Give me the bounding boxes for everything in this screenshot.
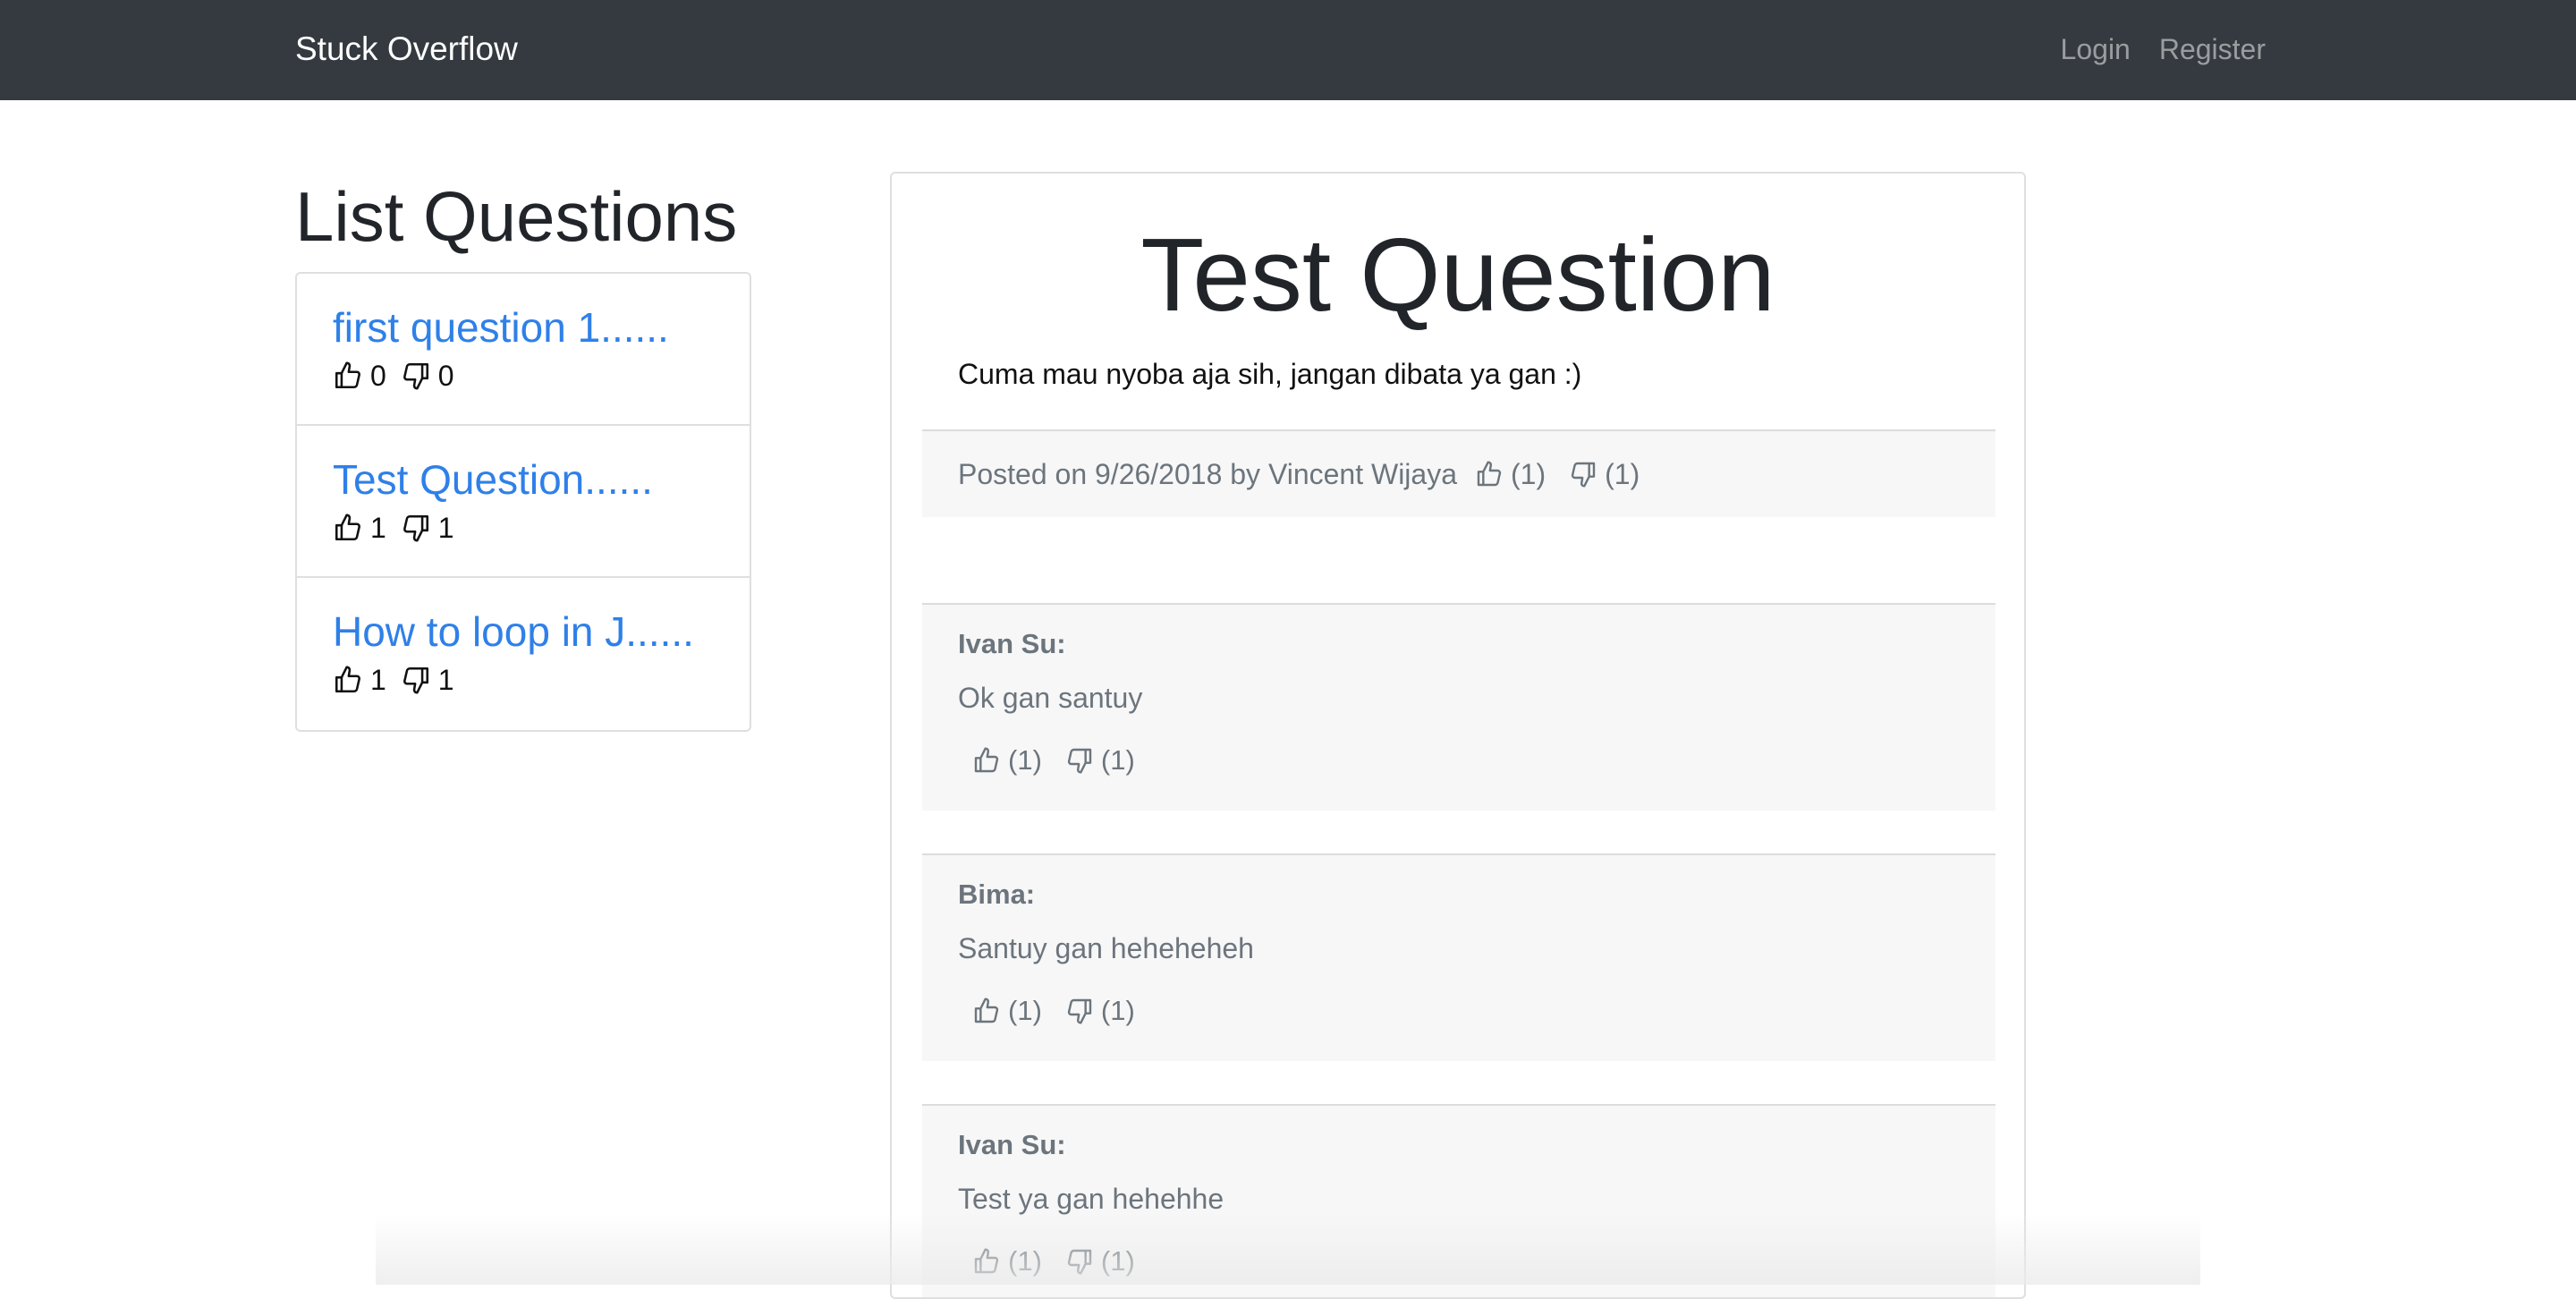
answer-votes: (1) (1) (958, 1245, 1960, 1278)
dislike-count: (1) (1100, 995, 1135, 1026)
like-count: (1) (1008, 744, 1042, 776)
answer-text: Santuy gan heheheheh (958, 932, 1254, 964)
answer-author: Bima: (958, 879, 1036, 910)
thumbs-up-icon (974, 998, 999, 1023)
answer-votes: (1) (1) (958, 744, 1960, 777)
list-item: first question 1...... 0 0 (297, 274, 750, 426)
thumbs-up-icon (335, 361, 360, 389)
dislike-count: 1 (437, 664, 454, 696)
thumbs-up-icon (335, 666, 360, 693)
thumbs-down-icon (1067, 748, 1092, 774)
posted-info: Posted on 9/26/2018 by Vincent Wijaya (958, 457, 1457, 490)
answer-author: Ivan Su: (958, 628, 1066, 659)
thumbs-up-icon (974, 1248, 999, 1274)
list-questions-heading: List Questions (295, 177, 738, 256)
like-button[interactable]: (1) (972, 744, 1042, 777)
dislike-button[interactable]: (1) (1065, 744, 1135, 777)
thumbs-down-icon (402, 514, 428, 542)
question-votes: 0 0 (333, 356, 714, 395)
dislike-button[interactable]: (1) (1569, 458, 1640, 491)
thumbs-down-icon (1067, 998, 1092, 1024)
question-title: Test Question (1140, 216, 1775, 333)
dislike-count: (1) (1100, 1245, 1135, 1277)
thumbs-down-icon (402, 362, 428, 390)
like-button[interactable]: (1) (972, 1245, 1042, 1278)
register-link[interactable]: Register (2159, 23, 2266, 75)
thumbs-up-icon (335, 514, 360, 541)
like-button[interactable]: 1 (333, 508, 386, 548)
answer-author: Ivan Su: (958, 1129, 1066, 1160)
like-button[interactable]: (1) (972, 995, 1042, 1027)
like-count: (1) (1008, 995, 1042, 1026)
dislike-button[interactable]: 0 (401, 356, 454, 395)
thumbs-down-icon (1067, 1249, 1092, 1275)
dislike-button[interactable]: (1) (1065, 995, 1135, 1027)
brand-link[interactable]: Stuck Overflow (295, 23, 518, 75)
question-link[interactable]: Test Question...... (333, 453, 714, 506)
answer-votes: (1) (1) (958, 995, 1960, 1027)
answer-text: Ok gan santuy (958, 682, 1143, 714)
question-list: first question 1...... 0 0 Test Question… (295, 272, 751, 732)
question-link[interactable]: first question 1...... (333, 301, 714, 354)
dislike-count: (1) (1605, 457, 1640, 490)
dislike-count: (1) (1100, 744, 1135, 776)
thumbs-down-icon (1571, 462, 1596, 488)
question-link[interactable]: How to loop in J...... (333, 605, 714, 658)
like-count: 0 (370, 360, 386, 392)
thumbs-up-icon (1477, 461, 1502, 487)
login-link[interactable]: Login (2061, 23, 2131, 75)
answer-item: Ivan Su: Test ya gan hehehhe (1) (1) (922, 1104, 1996, 1297)
dislike-button[interactable]: 1 (401, 660, 454, 700)
like-button[interactable]: 1 (333, 660, 386, 700)
question-body: Cuma mau nyoba aja sih, jangan dibata ya… (958, 358, 1582, 390)
dislike-button[interactable]: 1 (401, 508, 454, 548)
question-meta: Posted on 9/26/2018 by Vincent Wijaya (1… (922, 429, 1996, 517)
answer-item: Bima: Santuy gan heheheheh (1) (1) (922, 853, 1996, 1061)
thumbs-down-icon (402, 666, 428, 694)
dislike-button[interactable]: (1) (1065, 1245, 1135, 1278)
question-card: Test Question Cuma mau nyoba aja sih, ja… (890, 172, 2026, 1299)
dislike-count: 0 (437, 360, 454, 392)
list-item: Test Question...... 1 1 (297, 426, 750, 578)
answer-item: Ivan Su: Ok gan santuy (1) (1) (922, 603, 1996, 811)
list-item: How to loop in J...... 1 1 (297, 578, 750, 730)
navbar: Stuck Overflow Login Register (0, 0, 2576, 100)
answer-text: Test ya gan hehehhe (958, 1183, 1224, 1215)
like-button[interactable]: (1) (1475, 458, 1546, 491)
like-count: (1) (1008, 1245, 1042, 1277)
question-votes: 1 1 (333, 660, 714, 700)
like-count: 1 (370, 512, 386, 544)
dislike-count: 1 (437, 512, 454, 544)
like-button[interactable]: 0 (333, 356, 386, 395)
nav-links: Login Register (2061, 23, 2266, 75)
like-count: 1 (370, 664, 386, 696)
like-count: (1) (1511, 457, 1546, 490)
thumbs-up-icon (974, 747, 999, 773)
question-votes: 1 1 (333, 508, 714, 548)
